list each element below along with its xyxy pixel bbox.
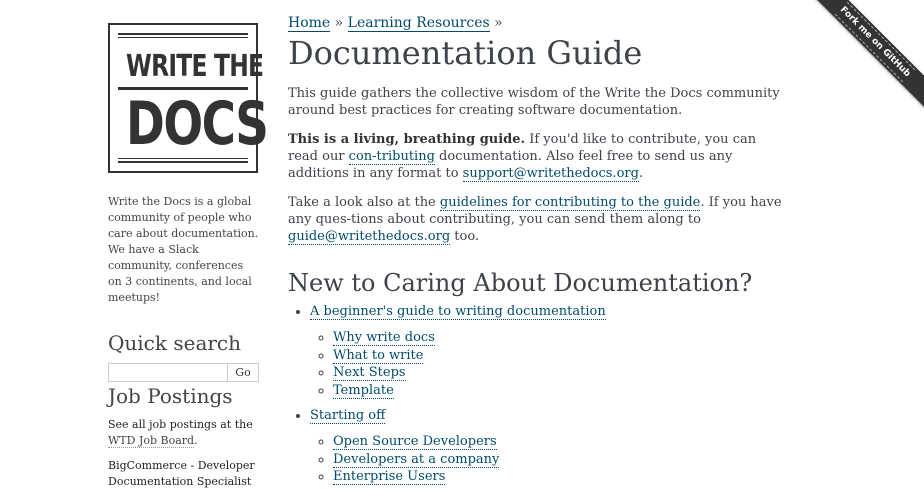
next-steps-link[interactable]: Next Steps (333, 365, 406, 381)
job-board-prefix: See all job postings at the (108, 418, 253, 431)
write-the-docs-logo[interactable]: WRITE THE DOCS (108, 23, 269, 173)
breadcrumb-home[interactable]: Home (288, 15, 331, 32)
search-go-button[interactable]: Go (228, 363, 259, 382)
list-item: Starting off Open Source Developers Deve… (310, 407, 783, 486)
search-input[interactable] (108, 363, 228, 382)
intro-paragraph: This guide gathers the collective wisdom… (288, 86, 780, 118)
logo-text-bottom: DOCS (126, 89, 269, 159)
list-item: Enterprise Users (333, 468, 783, 486)
list-item: Open Source Developers (333, 433, 783, 451)
list-item: What to write (333, 347, 783, 365)
list-item: Template (333, 382, 783, 400)
main-content: Home » Learning Resources » Documentatio… (288, 15, 783, 486)
beginners-guide-link[interactable]: A beginner's guide to writing documentat… (310, 304, 606, 320)
developers-at-company-link[interactable]: Developers at a company (333, 451, 500, 468)
list-item: Next Steps (333, 364, 783, 382)
quick-search-form: Go (108, 363, 260, 382)
sub-list: Open Source Developers Developers at a c… (310, 433, 783, 486)
guide-email-link[interactable]: guide@writethedocs.org (288, 229, 451, 245)
sub-list: Why write docs What to write Next Steps … (310, 329, 783, 399)
breadcrumb: Home » Learning Resources » (288, 15, 503, 32)
open-source-developers-link[interactable]: Open Source Developers (333, 434, 497, 450)
guidelines-paragraph: Take a look also at the guidelines for c… (288, 194, 783, 245)
job-board-link[interactable]: WTD Job Board (108, 434, 195, 448)
page-title: Documentation Guide (288, 34, 643, 72)
quick-search-heading: Quick search (108, 331, 242, 355)
section-heading: New to Caring About Documentation? (288, 269, 753, 297)
support-email-link[interactable]: support@writethedocs.org (462, 166, 639, 182)
guidelines-text: Take a look also at the (288, 195, 440, 210)
logo-rule (118, 161, 248, 163)
why-write-docs-link[interactable]: Why write docs (333, 330, 435, 346)
living-text: . (638, 166, 644, 181)
sidebar: WRITE THE DOCS Write the Docs is a globa… (108, 23, 269, 490)
living-guide-paragraph: This is a living, breathing guide. If yo… (288, 131, 783, 182)
logo-rule (118, 33, 248, 35)
logo-text-top: WRITE THE (126, 49, 264, 84)
list-item: Why write docs (333, 329, 783, 347)
guidelines-link[interactable]: guidelines for contributing to the guide (439, 195, 701, 211)
guidelines-text: too. (450, 229, 480, 244)
job-board-text: See all job postings at the WTD Job Boar… (108, 417, 260, 449)
template-link[interactable]: Template (333, 382, 394, 399)
toc-list: A beginner's guide to writing documentat… (288, 303, 783, 486)
job-board-suffix: . (194, 434, 198, 447)
logo-rule (118, 158, 248, 159)
contributing-link[interactable]: con-tributing (348, 149, 435, 165)
living-guide-bold: This is a living, breathing guide. (288, 132, 526, 147)
about-text: Write the Docs is a global community of … (108, 195, 259, 304)
breadcrumb-learning-resources[interactable]: Learning Resources (347, 15, 490, 32)
job-postings-heading: Job Postings (108, 384, 233, 408)
job-posting-item[interactable]: BigCommerce - Developer Documentation Sp… (108, 458, 260, 490)
ribbon-label: Fork me on GitHub (835, 2, 915, 82)
what-to-write-link[interactable]: What to write (333, 347, 424, 364)
list-item: A beginner's guide to writing documentat… (310, 303, 783, 399)
fork-on-github-ribbon[interactable]: Fork me on GitHub (807, 0, 924, 110)
enterprise-users-link[interactable]: Enterprise Users (333, 469, 446, 485)
starting-off-link[interactable]: Starting off (310, 408, 386, 424)
list-item: Developers at a company (333, 451, 783, 469)
logo-rule (118, 37, 248, 38)
